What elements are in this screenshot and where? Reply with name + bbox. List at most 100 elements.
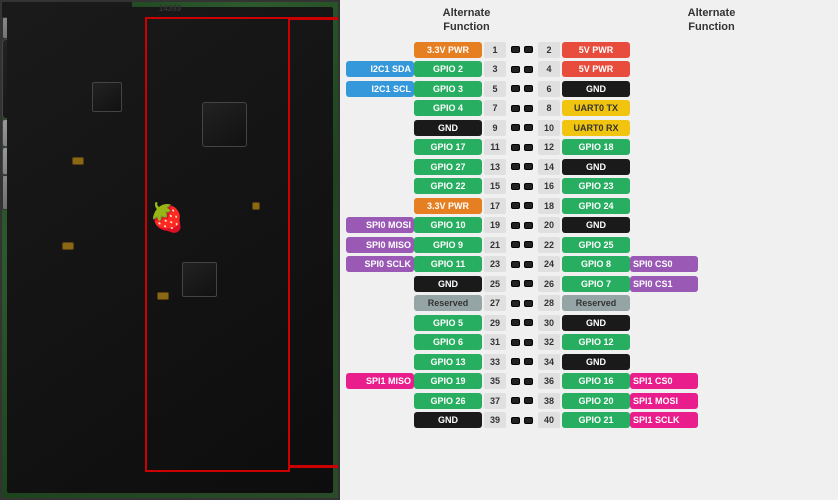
right-pin-number: 10: [538, 120, 560, 136]
left-pin-number: 13: [484, 159, 506, 175]
left-alt-func: SPI0 MISO: [346, 237, 414, 253]
connector-line-top: [288, 17, 338, 20]
right-pin-number: 4: [538, 61, 560, 77]
right-pin-number: 40: [538, 412, 560, 428]
left-alt-func: [346, 159, 414, 175]
pin-row: I2C1 SCLGPIO 356GND: [346, 80, 832, 98]
chip-small-2: [182, 262, 217, 297]
left-pin-name: GPIO 17: [414, 139, 482, 155]
right-pin-number: 2: [538, 42, 560, 58]
right-pin-name: GPIO 25: [562, 237, 630, 253]
connector-dots: [509, 183, 535, 190]
left-alt-func: [346, 295, 414, 311]
connector-dots: [509, 241, 535, 248]
left-alt-func: [346, 354, 414, 370]
left-alt-func: SPI0 MOSI: [346, 217, 414, 233]
connector-dots: [509, 105, 535, 112]
left-pin-name: GPIO 11: [414, 256, 482, 272]
left-pin-number: 21: [484, 237, 506, 253]
left-alt-func: SPI1 MISO: [346, 373, 414, 389]
right-pin-number: 28: [538, 295, 560, 311]
left-pin-number: 31: [484, 334, 506, 350]
left-pin-name: GPIO 19: [414, 373, 482, 389]
right-pin-number: 18: [538, 198, 560, 214]
left-alt-func: [346, 178, 414, 194]
left-pin-number: 37: [484, 393, 506, 409]
left-pin-number: 1: [484, 42, 506, 58]
right-alt-func: SPI1 MOSI: [630, 393, 698, 409]
right-pin-name: GND: [562, 315, 630, 331]
right-alt-func: [630, 198, 698, 214]
left-pin-name: GPIO 9: [414, 237, 482, 253]
left-pin-name: GPIO 5: [414, 315, 482, 331]
connector-dots: [509, 319, 535, 326]
right-pin-name: GPIO 12: [562, 334, 630, 350]
connector-dots: [509, 124, 535, 131]
left-pin-name: GPIO 4: [414, 100, 482, 116]
pin-row: GPIO 478UART0 TX: [346, 99, 832, 117]
left-pin-number: 17: [484, 198, 506, 214]
left-pin-name: GPIO 26: [414, 393, 482, 409]
connector-dots: [509, 397, 535, 404]
connector-dots: [509, 339, 535, 346]
left-alt-func: [346, 139, 414, 155]
right-pin-name: GPIO 20: [562, 393, 630, 409]
right-pin-number: 26: [538, 276, 560, 292]
right-pin-number: 22: [538, 237, 560, 253]
right-pin-name: GPIO 24: [562, 198, 630, 214]
right-pin-number: 30: [538, 315, 560, 331]
left-pin-number: 3: [484, 61, 506, 77]
right-pin-name: 5V PWR: [562, 61, 630, 77]
right-pin-name: GND: [562, 354, 630, 370]
left-pin-number: 7: [484, 100, 506, 116]
pin-row: GPIO 63132GPIO 12: [346, 333, 832, 351]
left-alt-func: [346, 100, 414, 116]
raspberry-logo: 🍓: [147, 197, 187, 237]
left-pin-number: 27: [484, 295, 506, 311]
right-alt-func: [630, 295, 698, 311]
right-pin-name: GPIO 18: [562, 139, 630, 155]
left-pin-name: GPIO 10: [414, 217, 482, 233]
right-alt-func: [630, 120, 698, 136]
connector-dots: [509, 378, 535, 385]
right-pin-number: 32: [538, 334, 560, 350]
right-alt-func: [630, 315, 698, 331]
connector-dots: [509, 300, 535, 307]
cap-2: [62, 242, 74, 250]
pin-diagram-header: Alternate Function Alternate Function: [346, 4, 832, 37]
left-pin-number: 15: [484, 178, 506, 194]
chip-secondary: [202, 102, 247, 147]
pin-row: GND2526GPIO 7SPI0 CS1: [346, 275, 832, 293]
left-alt-func: [346, 315, 414, 331]
left-alt-func: [346, 276, 414, 292]
left-pin-name: GPIO 3: [414, 81, 482, 97]
connector-dots: [509, 85, 535, 92]
pin-row: 3.3V PWR1718GPIO 24: [346, 197, 832, 215]
left-alt-func: [346, 42, 414, 58]
header-alt-func-right: Alternate Function: [678, 4, 746, 37]
pin-row: GPIO 171112GPIO 18: [346, 138, 832, 156]
left-alt-func: [346, 198, 414, 214]
connector-dots: [509, 66, 535, 73]
right-alt-func: [630, 139, 698, 155]
right-alt-func: [630, 100, 698, 116]
pin-row: I2C1 SDAGPIO 2345V PWR: [346, 60, 832, 78]
right-alt-func: SPI0 CS0: [630, 256, 698, 272]
left-pin-number: 19: [484, 217, 506, 233]
right-pin-name: GPIO 16: [562, 373, 630, 389]
left-pin-number: 5: [484, 81, 506, 97]
right-pin-name: GPIO 8: [562, 256, 630, 272]
left-pin-name: GPIO 13: [414, 354, 482, 370]
right-pin-name: GPIO 21: [562, 412, 630, 428]
left-pin-name: Reserved: [414, 295, 482, 311]
pin-row: GND3940GPIO 21SPI1 SCLK: [346, 411, 832, 429]
left-alt-func: [346, 393, 414, 409]
left-pin-number: 25: [484, 276, 506, 292]
right-pin-number: 14: [538, 159, 560, 175]
pin-row: Reserved2728Reserved: [346, 294, 832, 312]
pin-row: 3.3V PWR125V PWR: [346, 41, 832, 59]
left-pin-number: 29: [484, 315, 506, 331]
right-alt-func: [630, 159, 698, 175]
connector-dots: [509, 202, 535, 209]
pin-row: GPIO 263738GPIO 20SPI1 MOSI: [346, 392, 832, 410]
